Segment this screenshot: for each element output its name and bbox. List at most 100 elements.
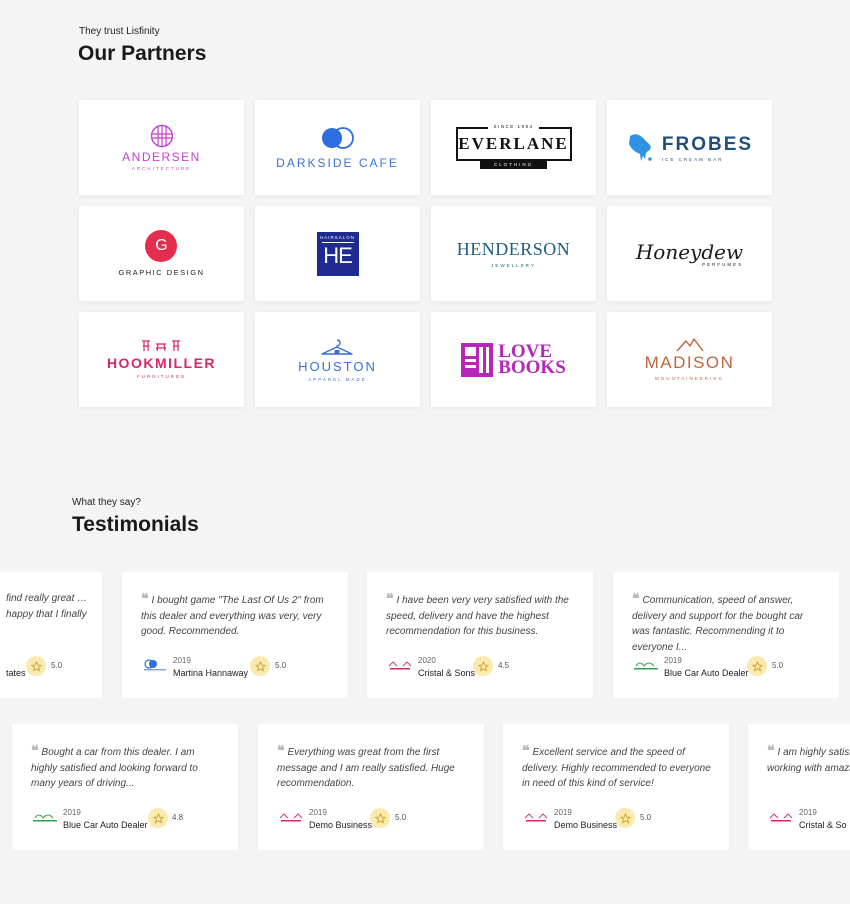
graphic-design-logo: G GRAPHIC DESIGN bbox=[118, 230, 204, 277]
quote-icon: ❝ bbox=[141, 590, 148, 606]
andersen-wordmark: ANDERSEN bbox=[122, 150, 201, 164]
company-logo-icon bbox=[769, 813, 793, 822]
hairsalon-caption: HAIRSALON bbox=[319, 234, 355, 240]
graphic-design-wordmark: GRAPHIC DESIGN bbox=[118, 268, 205, 277]
hairsalon-logo: HAIRSALON HE bbox=[316, 231, 359, 276]
testimonial-quote: find really great … happy that I finally bbox=[6, 593, 88, 620]
testimonial-rating: 5.0 bbox=[640, 813, 652, 822]
henderson-logo: HENDERSON JEWELLERY bbox=[457, 239, 571, 268]
rating-star-icon bbox=[615, 808, 635, 828]
testimonial-card[interactable]: ❝I am highly satisfied, experience worki… bbox=[748, 724, 850, 850]
madison-logo: MADISON MOUNTAINEERING bbox=[645, 338, 735, 381]
testimonial-card[interactable]: ❝ Bought a car from this dealer. I am hig… bbox=[12, 724, 238, 850]
madison-wordmark: MADISON bbox=[644, 353, 735, 372]
partners-title: Our Partners bbox=[78, 42, 207, 65]
rating-star-icon bbox=[250, 656, 270, 676]
testimonial-quote: ❝ Everything was great from the first mes… bbox=[277, 742, 467, 792]
partners-eyebrow: They trust Lisfinity bbox=[79, 26, 160, 37]
testimonial-card[interactable]: ❝ Communication, speed of answer, deliver… bbox=[613, 572, 839, 698]
testimonials-title: Testimonials bbox=[72, 513, 199, 536]
testimonial-quote-text: I bought game "The Last Of Us 2" from th… bbox=[141, 595, 324, 637]
henderson-wordmark: HENDERSON bbox=[456, 239, 571, 259]
mountain-icon bbox=[675, 338, 704, 352]
testimonial-quote-text: Communication, speed of answer, delivery… bbox=[632, 595, 804, 653]
honeydew-wordmark: Honeydew bbox=[635, 240, 744, 264]
testimonial-card[interactable]: find really great … happy that I finally… bbox=[0, 572, 102, 698]
quote-icon: ❝ bbox=[386, 590, 393, 606]
testimonial-card[interactable]: ❝ Excellent service and the speed of deli… bbox=[503, 724, 729, 850]
testimonial-company: Blue Car Auto Dealer bbox=[63, 820, 148, 830]
frobes-wordmark: FROBES bbox=[661, 133, 754, 155]
rating-star-icon bbox=[473, 656, 493, 676]
partner-card-everlane[interactable]: SINCE 1984 EVERLANE CLOTHING bbox=[431, 100, 596, 195]
partner-card-honeydew[interactable]: Honeydew PERFUMES bbox=[607, 206, 772, 301]
testimonial-company: Cristal & So bbox=[799, 820, 847, 830]
testimonial-year: 2019 bbox=[664, 656, 682, 665]
company-logo-icon bbox=[144, 659, 166, 671]
partner-card-graphic-design[interactable]: G GRAPHIC DESIGN bbox=[79, 206, 244, 301]
partner-card-hairsalon[interactable]: HAIRSALON HE bbox=[255, 206, 420, 301]
partner-card-love-books[interactable]: LOVE BOOKS bbox=[431, 312, 596, 407]
testimonial-quote-text: Excellent service and the speed of deliv… bbox=[522, 747, 711, 789]
houston-tagline: APPAREL MADE bbox=[308, 376, 367, 382]
testimonial-quote: ❝ I bought game "The Last Of Us 2" from t… bbox=[141, 590, 331, 640]
testimonial-card[interactable]: ❝ I bought game "The Last Of Us 2" from t… bbox=[122, 572, 348, 698]
honeydew-tagline: PERFUMES bbox=[702, 262, 744, 267]
testimonial-company: tates bbox=[6, 668, 26, 678]
testimonials-eyebrow: What they say? bbox=[72, 497, 141, 508]
testimonial-rating: 5.0 bbox=[275, 661, 287, 670]
andersen-tagline: ARCHITECTURE bbox=[131, 166, 192, 171]
quote-icon: ❝ bbox=[31, 742, 38, 758]
quote-icon: ❝ bbox=[522, 742, 529, 758]
testimonial-rating: 4.5 bbox=[498, 661, 510, 670]
testimonial-year: 2019 bbox=[173, 656, 191, 665]
frobes-logo: FROBES ICE CREAM BAR bbox=[626, 132, 753, 164]
partner-card-houston[interactable]: HOUSTON APPAREL MADE bbox=[255, 312, 420, 407]
testimonial-card[interactable]: ❝ I have been very very satisfied with th… bbox=[367, 572, 593, 698]
andersen-emblem-icon bbox=[150, 124, 173, 148]
company-logo-icon bbox=[634, 662, 658, 670]
testimonial-quote: ❝ I have been very very satisfied with th… bbox=[386, 590, 576, 640]
testimonials-row-2: ❝ Bought a car from this dealer. I am hig… bbox=[0, 724, 850, 850]
testimonial-company: Demo Business bbox=[554, 820, 618, 830]
testimonial-company: Blue Car Auto Dealer bbox=[664, 668, 749, 678]
partner-card-hookmiller[interactable]: HOOKMILLER FURNITURES bbox=[79, 312, 244, 407]
partner-card-frobes[interactable]: FROBES ICE CREAM BAR bbox=[607, 100, 772, 195]
testimonial-rating: 5.0 bbox=[51, 661, 63, 670]
partners-logo-grid: ANDERSEN ARCHITECTURE DARKSIDE CAFE SINC… bbox=[79, 100, 773, 407]
hookmiller-wordmark: HOOKMILLER bbox=[106, 355, 217, 371]
rating-star-icon bbox=[370, 808, 390, 828]
everlane-wordmark: EVERLANE bbox=[458, 133, 569, 153]
books-wordmark: BOOKS bbox=[498, 356, 566, 378]
honeydew-logo: Honeydew PERFUMES bbox=[636, 240, 743, 267]
partner-card-henderson[interactable]: HENDERSON JEWELLERY bbox=[431, 206, 596, 301]
houston-logo: HOUSTON APPAREL MADE bbox=[298, 338, 377, 382]
partner-card-andersen[interactable]: ANDERSEN ARCHITECTURE bbox=[79, 100, 244, 195]
darkside-cafe-logo: DARKSIDE CAFE bbox=[276, 126, 399, 170]
love-books-logo: LOVE BOOKS bbox=[461, 342, 566, 378]
hookmiller-tagline: FURNITURES bbox=[136, 374, 186, 379]
quote-icon: ❝ bbox=[767, 742, 774, 758]
testimonial-rating: 5.0 bbox=[395, 813, 407, 822]
testimonial-year: 2019 bbox=[63, 808, 81, 817]
testimonial-quote: ❝ Bought a car from this dealer. I am hig… bbox=[31, 742, 221, 792]
testimonial-year: 2020 bbox=[418, 656, 436, 665]
testimonials-row-1: find really great … happy that I finally… bbox=[0, 572, 850, 698]
testimonial-card[interactable]: ❝ Everything was great from the first mes… bbox=[258, 724, 484, 850]
company-logo-icon bbox=[279, 813, 303, 822]
testimonial-rating: 5.0 bbox=[772, 661, 784, 670]
graphic-design-badge-icon: G bbox=[145, 230, 178, 262]
quote-icon: ❝ bbox=[632, 590, 639, 606]
testimonial-rating: 4.8 bbox=[172, 813, 184, 822]
testimonial-year: 2019 bbox=[309, 808, 327, 817]
testimonial-quote: ❝ Communication, speed of answer, deliver… bbox=[632, 590, 822, 655]
darkside-circles-icon bbox=[321, 126, 354, 149]
partner-card-darkside-cafe[interactable]: DARKSIDE CAFE bbox=[255, 100, 420, 195]
hanger-icon bbox=[321, 338, 354, 355]
houston-wordmark: HOUSTON bbox=[298, 358, 377, 374]
frobes-tagline: ICE CREAM BAR bbox=[661, 156, 724, 162]
partner-card-madison[interactable]: MADISON MOUNTAINEERING bbox=[607, 312, 772, 407]
testimonial-quote-text: I have been very very satisfied with the… bbox=[386, 595, 569, 637]
testimonial-quote-text: Everything was great from the first mess… bbox=[277, 747, 455, 789]
company-logo-icon bbox=[388, 661, 412, 670]
